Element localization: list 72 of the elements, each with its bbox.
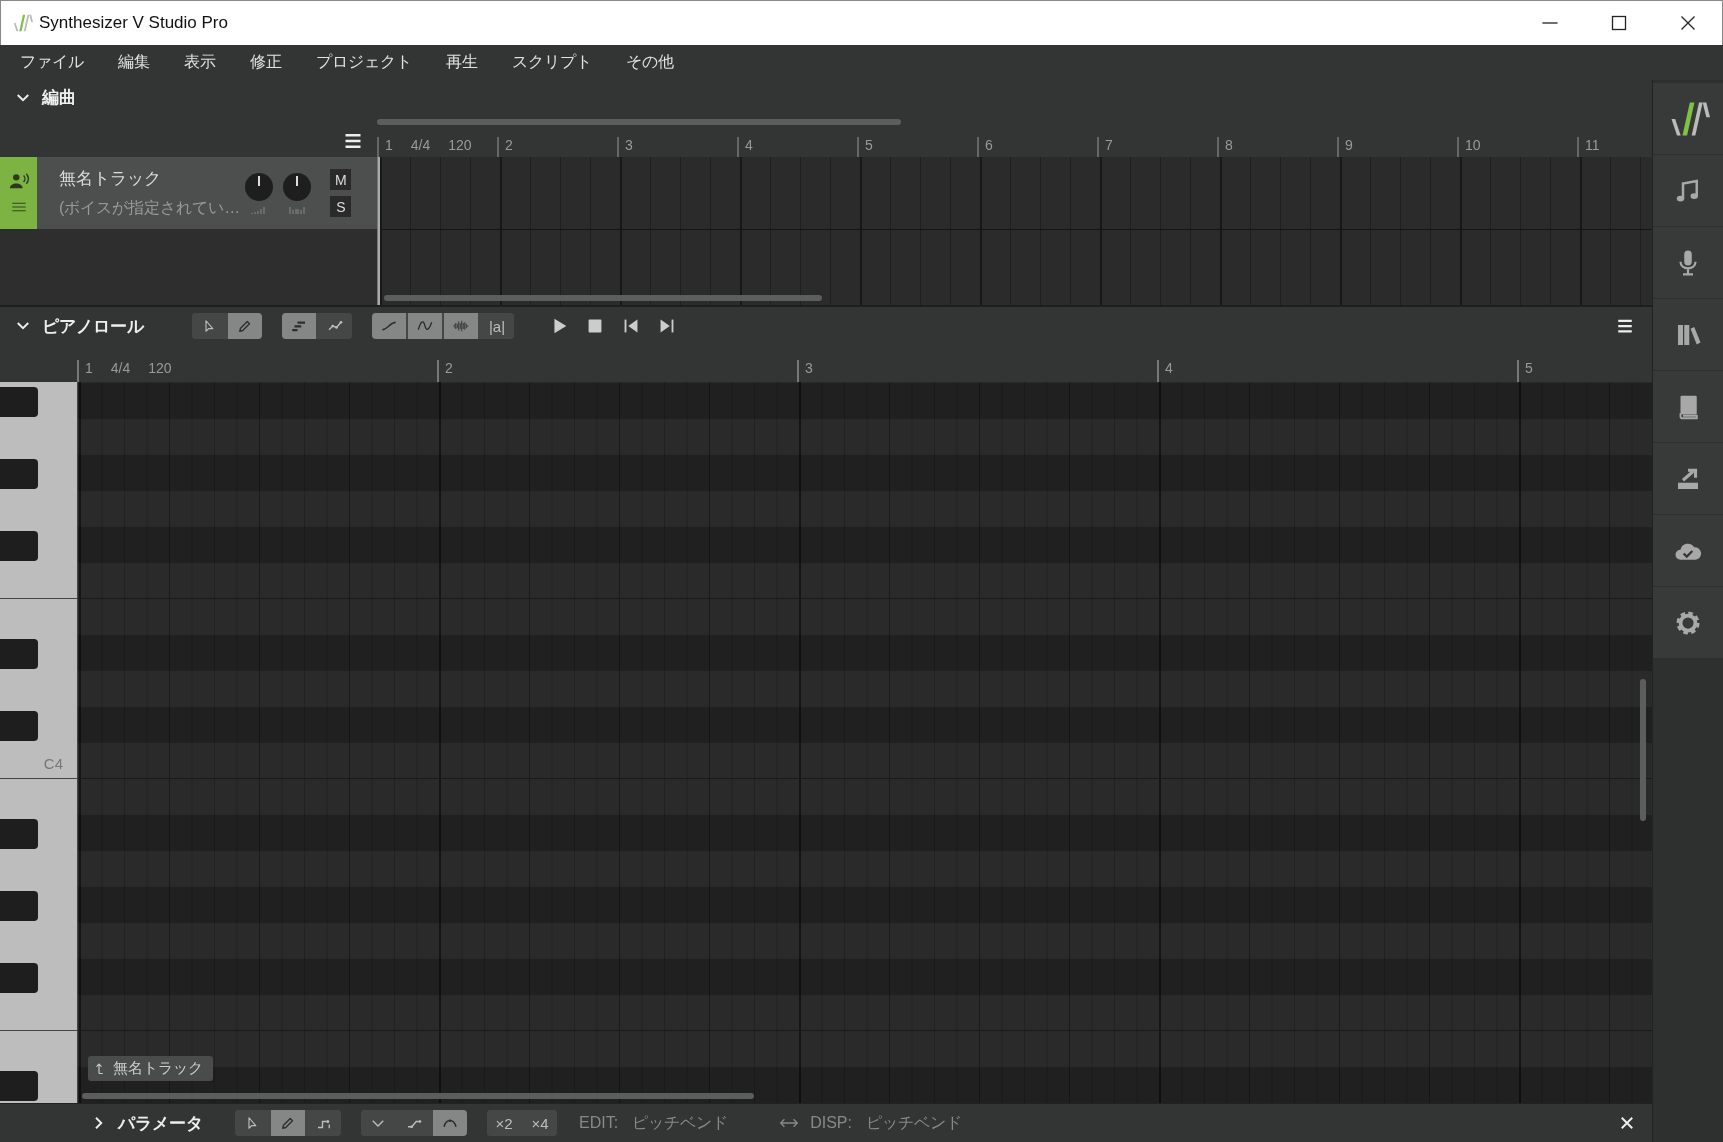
menu-icon [343,131,363,151]
track-tag-label: 無名トラック [113,1059,203,1078]
bar-number: 8 [1225,137,1233,155]
key-label: C4 [43,755,63,772]
menu-item[interactable]: スクリプト [500,52,604,73]
waveform-tool-button[interactable] [444,313,478,339]
bar-number: 6 [985,137,993,155]
menu-item[interactable]: プロジェクト [304,52,424,73]
section-title: 編曲 [42,87,76,109]
bar-number: 3 [805,360,813,378]
bar-number: 5 [865,137,873,155]
music-note-panel-button[interactable] [1653,155,1723,226]
bar-number: 2 [445,360,453,378]
tempo: 120 [148,360,172,378]
bar-number: 9 [1345,137,1353,155]
bar-number: 2 [505,137,513,155]
close-icon [1618,1114,1636,1132]
knob[interactable] [282,172,313,202]
pitch-tool-button[interactable] [372,313,406,339]
track-tag[interactable]: 無名トラック [88,1056,213,1081]
notes-tool-button[interactable] [282,313,316,339]
knob[interactable] [244,172,275,202]
bar-number: 4 [1165,360,1173,378]
microphone-panel-button[interactable] [1653,227,1723,298]
edit-label: EDIT: [579,1114,619,1132]
scrollbar-thumb[interactable] [377,119,901,125]
bar-number: 5 [1525,360,1533,378]
bar-number: 1 [85,360,93,378]
cloud-check-panel-button[interactable] [1653,515,1723,586]
solo-button[interactable]: S [330,196,352,217]
time-signature: 4/4 [410,137,431,155]
bar-number: 3 [625,137,633,155]
section-title: パラメータ [118,1112,203,1135]
menu-item[interactable]: 再生 [434,52,490,73]
pencil-tool-button[interactable] [271,1110,305,1136]
pan-icon [288,206,307,214]
tempo: 120 [448,137,472,155]
scrollbar-thumb[interactable] [1640,679,1646,821]
menu-item[interactable]: 修正 [238,52,294,73]
export-panel-button[interactable] [1653,443,1723,514]
settings-panel-button[interactable] [1653,587,1723,658]
bar-number: 1 [385,137,393,155]
bar-number: 10 [1465,137,1481,155]
menu-item[interactable]: 編集 [106,52,162,73]
disp-value[interactable]: ピッチベンド [865,1112,962,1134]
note-grid[interactable]: 無名トラック [78,382,1652,1103]
logo-panel-button[interactable] [1653,83,1723,154]
track-name: 無名トラック [59,167,161,190]
menu-item[interactable]: ファイル [8,52,96,73]
section-title: ピアノロール [42,315,144,338]
books-panel-button[interactable] [1653,299,1723,370]
mute-button[interactable]: M [330,169,352,190]
scrollbar-thumb[interactable] [82,1093,754,1099]
track-voice: (ボイスが指定されてい… [59,197,241,218]
book-panel-button[interactable] [1653,371,1723,442]
window-title: Synthesizer V Studio Pro [39,13,229,33]
menu-item[interactable]: 表示 [172,52,228,73]
bar-number: 4 [745,137,753,155]
scrollbar-thumb[interactable] [384,295,822,301]
edit-value[interactable]: ピッチベンド [632,1112,729,1134]
arch-tool-button[interactable] [433,1110,467,1136]
time-signature: 4/4 [110,360,131,378]
close-button[interactable] [1618,1114,1636,1132]
app-logo-icon [11,12,33,34]
vibrato-tool-button[interactable] [408,313,442,339]
disp-label: DISP: [810,1114,852,1132]
bar-number: 7 [1105,137,1113,155]
menu-icon[interactable] [1616,317,1634,335]
bar-number: 11 [1585,137,1600,155]
track-header[interactable]: 無名トラック (ボイスが指定されてい… M S [0,157,377,229]
menu-item[interactable]: その他 [614,52,686,73]
pencil-tool-button[interactable] [228,313,262,339]
